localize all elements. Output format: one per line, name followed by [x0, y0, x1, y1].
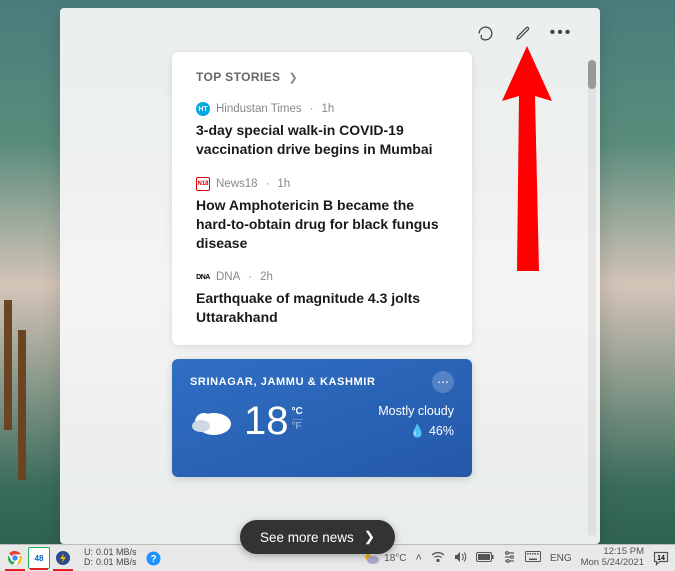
source-name: Hindustan Times [216, 103, 302, 115]
language-indicator[interactable]: ENG [550, 553, 572, 564]
story-age: 1h [322, 103, 335, 115]
story-item[interactable]: HT Hindustan Times 1h 3-day special walk… [196, 102, 448, 159]
story-source-row: DNA DNA 2h [196, 270, 448, 284]
tray-chevron-up-icon[interactable]: ˄ [416, 552, 422, 564]
separator-dot [264, 178, 272, 190]
weather-more-button[interactable]: ⋯ [432, 371, 454, 393]
edit-button[interactable] [514, 24, 532, 42]
story-item[interactable]: N18 News18 1h How Amphotericin B became … [196, 177, 448, 253]
clock-date: Mon 5/24/2021 [581, 558, 644, 569]
weather-condition: Mostly cloudy [378, 401, 454, 421]
chevron-right-icon: ❯ [288, 71, 297, 84]
notification-count: 14 [657, 555, 665, 562]
story-headline[interactable]: 3-day special walk-in COVID-19 vaccinati… [196, 121, 448, 159]
app-thunderbolt[interactable] [52, 547, 74, 569]
unit-celsius[interactable]: °C [292, 405, 303, 419]
control-panel-icon[interactable] [503, 551, 516, 566]
story-item[interactable]: DNA DNA 2h Earthquake of magnitude 4.3 j… [196, 270, 448, 327]
weather-card[interactable]: SRINAGAR, JAMMU & KASHMIR ⋯ 18 °C °F Mos… [172, 359, 472, 477]
source-name: DNA [216, 271, 240, 283]
taskbar-clock[interactable]: 12:15 PM Mon 5/24/2021 [581, 547, 644, 569]
section-title: TOP STORIES [196, 70, 280, 84]
story-source-row: N18 News18 1h [196, 177, 448, 191]
svg-text:?: ? [150, 554, 156, 565]
keyboard-icon[interactable] [525, 551, 541, 565]
refresh-button[interactable] [476, 24, 494, 42]
story-age: 2h [260, 271, 273, 283]
source-icon-dna: DNA [196, 270, 210, 284]
taskbar-apps: 48 [0, 547, 74, 569]
see-more-label: See more news [260, 530, 354, 545]
story-headline[interactable]: How Amphotericin B became the hard-to-ob… [196, 196, 448, 253]
system-tray: 18°C ˄ ENG 12:15 PM Mon 5/24/2021 14 [362, 547, 675, 569]
story-age: 1h [277, 178, 290, 190]
more-options-button[interactable]: ••• [552, 24, 570, 42]
source-icon-hindustan-times: HT [196, 102, 210, 116]
source-icon-news18: N18 [196, 177, 210, 191]
weather-location: SRINAGAR, JAMMU & KASHMIR [190, 376, 376, 388]
help-icon[interactable]: ? [143, 547, 165, 569]
app-mail[interactable]: 48 [28, 547, 50, 569]
story-headline[interactable]: Earthquake of magnitude 4.3 jolts Uttara… [196, 289, 448, 327]
unit-fahrenheit[interactable]: °F [292, 419, 303, 434]
separator-dot [308, 103, 316, 115]
battery-icon[interactable] [476, 552, 494, 565]
wifi-icon[interactable] [431, 551, 445, 565]
top-stories-header[interactable]: TOP STORIES ❯ [196, 70, 448, 84]
separator-dot [246, 271, 254, 283]
network-speed-widget[interactable]: U: D: 0.01 MB/s 0.01 MB/s [84, 548, 137, 568]
panel-toolbar: ••• [60, 8, 600, 52]
chevron-right-icon: ❯ [364, 529, 375, 545]
source-name: News18 [216, 178, 258, 190]
taskbar-weather-temp: 18°C [384, 553, 406, 564]
weather-humidity: 💧 46% [378, 421, 454, 441]
see-more-news-button[interactable]: See more news ❯ [240, 520, 395, 554]
app-chrome[interactable] [4, 547, 26, 569]
weather-temperature: 18 [244, 401, 289, 441]
cloud-icon [190, 404, 234, 438]
top-stories-card: TOP STORIES ❯ HT Hindustan Times 1h 3-da… [172, 52, 472, 345]
story-source-row: HT Hindustan Times 1h [196, 102, 448, 116]
action-center-icon[interactable]: 14 [653, 550, 669, 566]
desktop-dock-decor [0, 300, 30, 520]
speaker-icon[interactable] [454, 551, 467, 566]
panel-scrollbar[interactable] [588, 60, 596, 536]
news-interests-panel: ••• TOP STORIES ❯ HT Hindustan Times 1h … [60, 8, 600, 544]
